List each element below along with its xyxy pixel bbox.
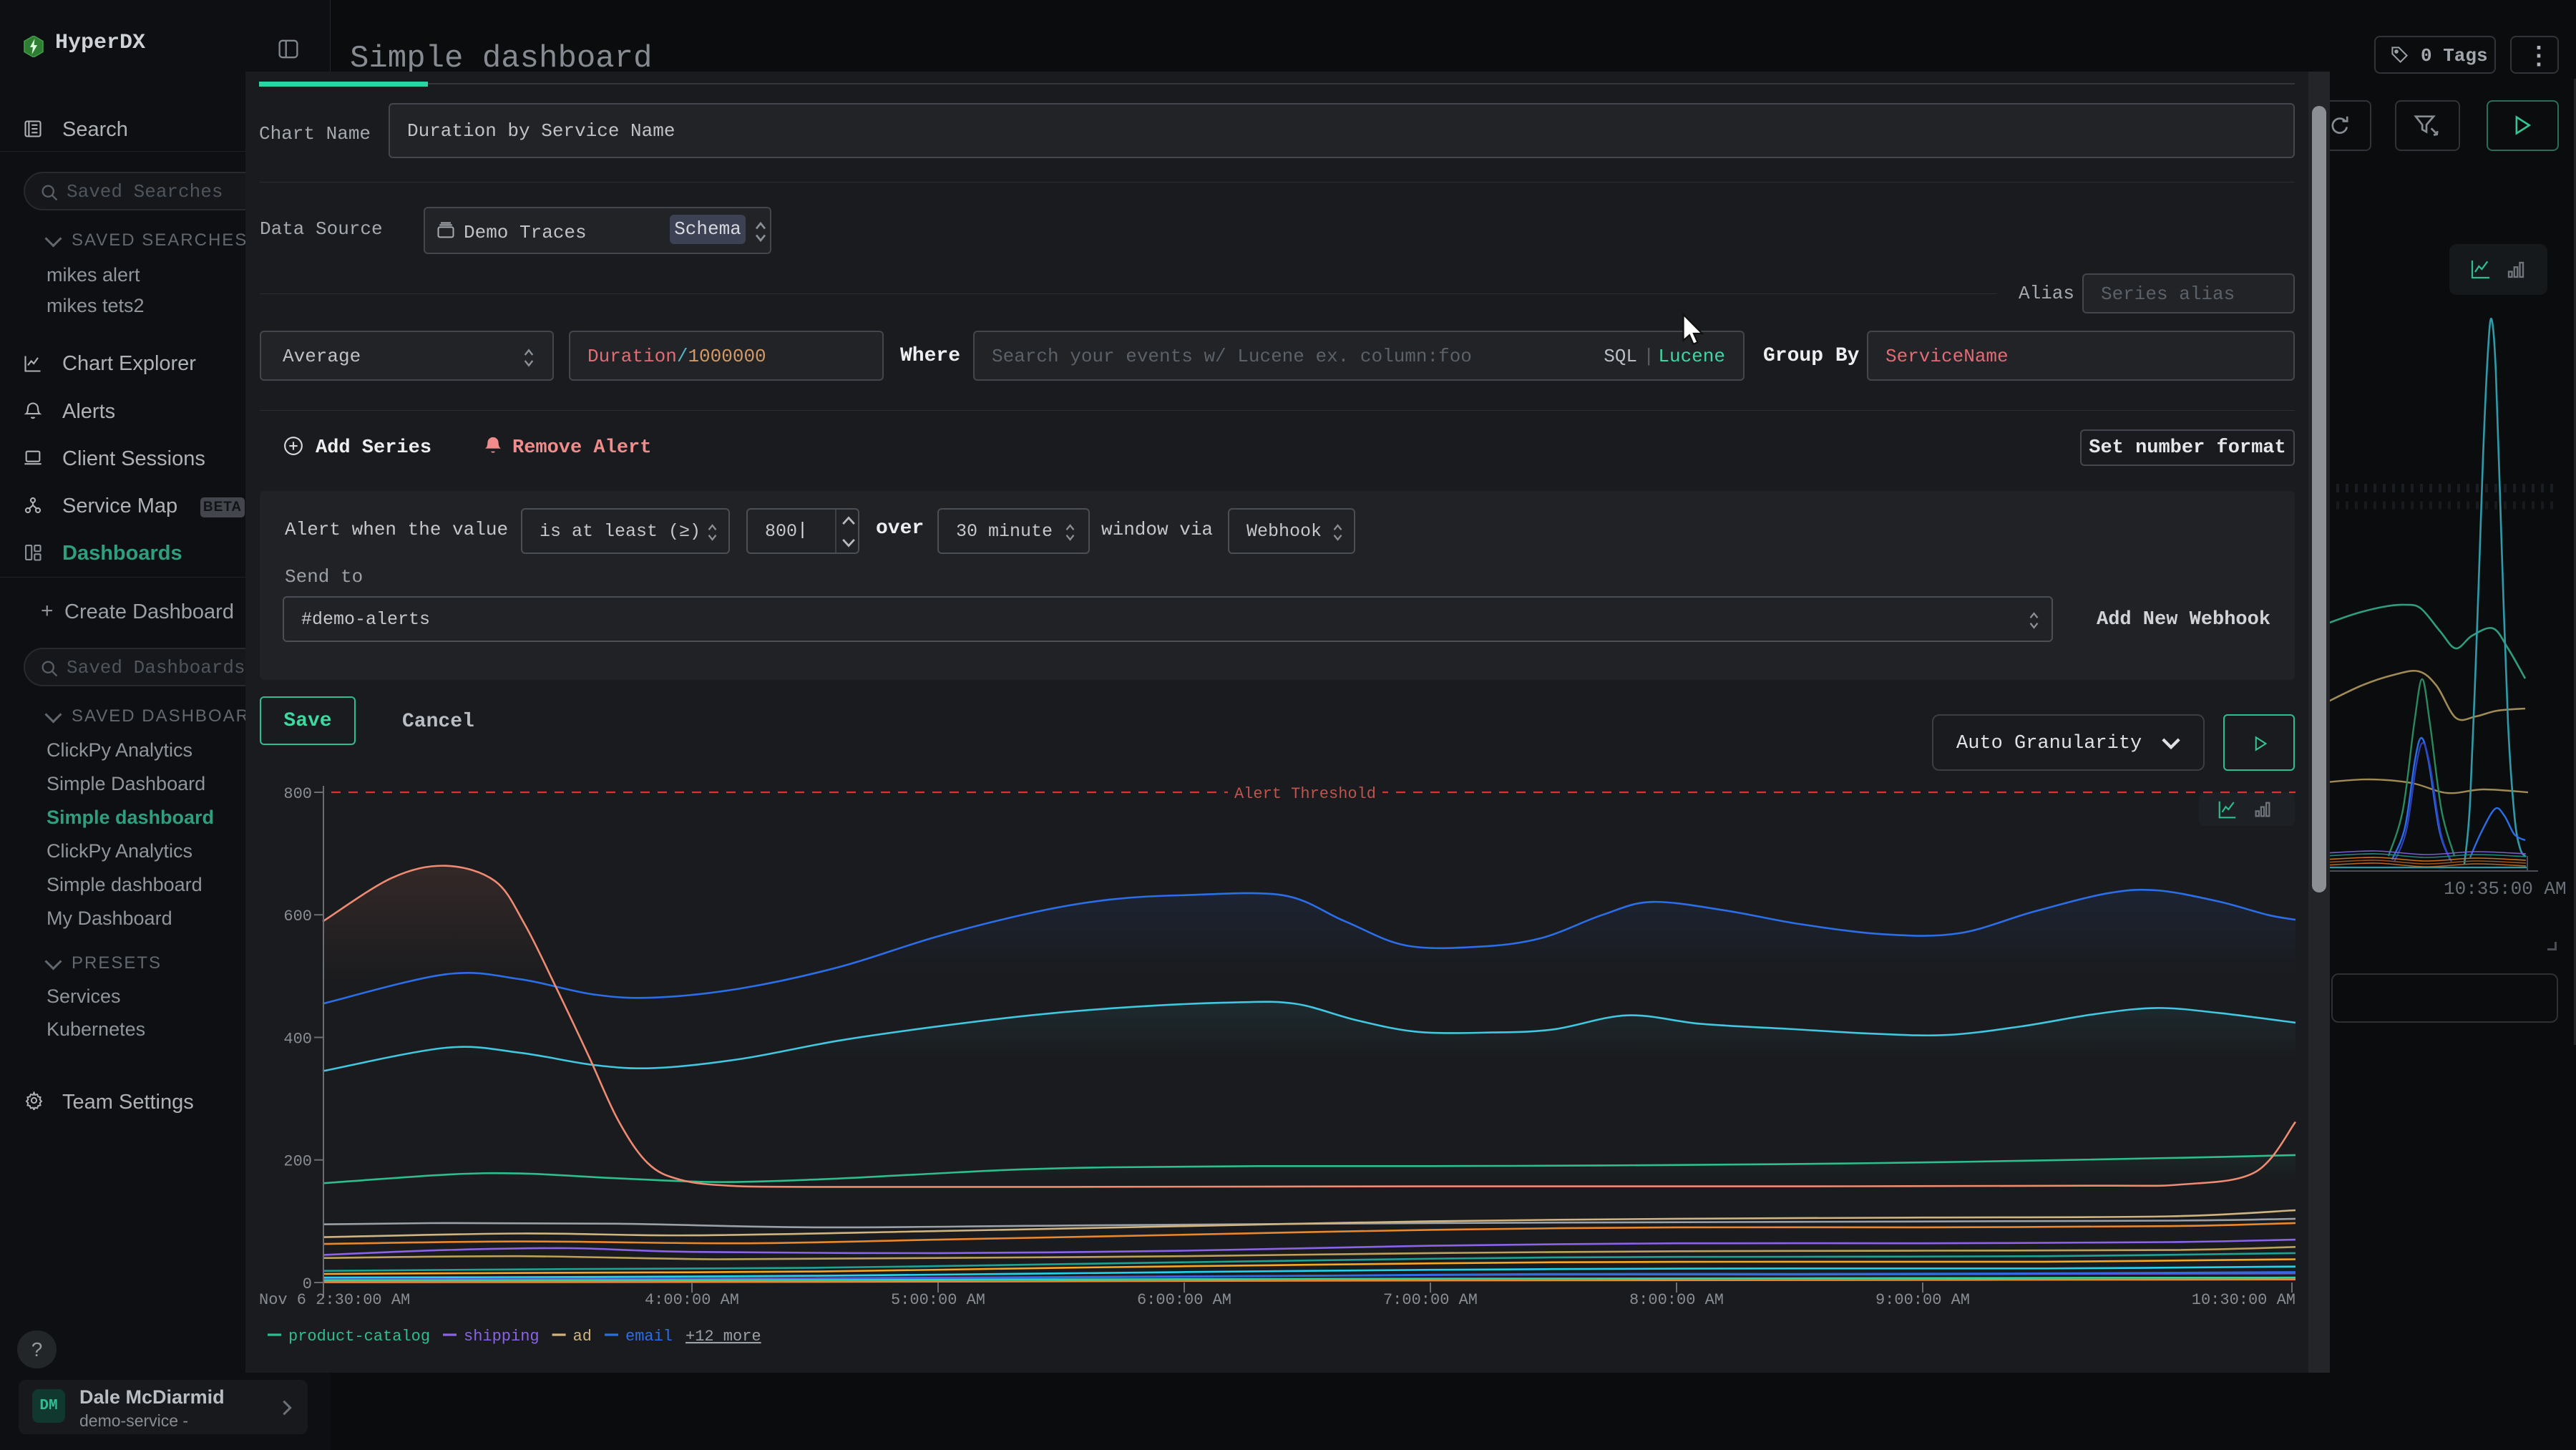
svg-text:600: 600 — [283, 908, 312, 925]
svg-text:200: 200 — [283, 1153, 312, 1171]
svg-text:8:00:00 AM: 8:00:00 AM — [1629, 1291, 1724, 1309]
svg-text:7:00:00 AM: 7:00:00 AM — [1383, 1291, 1478, 1309]
svg-text:6:00:00 AM: 6:00:00 AM — [1137, 1291, 1231, 1309]
svg-text:+12 more: +12 more — [686, 1328, 761, 1346]
svg-text:shipping: shipping — [464, 1328, 540, 1346]
svg-text:10:30:00 AM: 10:30:00 AM — [2192, 1291, 2296, 1309]
svg-text:5:00:00 AM: 5:00:00 AM — [891, 1291, 985, 1309]
svg-text:email: email — [625, 1328, 673, 1346]
svg-text:400: 400 — [283, 1031, 312, 1048]
svg-text:4:00:00 AM: 4:00:00 AM — [645, 1291, 739, 1309]
svg-text:Nov 6 2:30:00 AM: Nov 6 2:30:00 AM — [259, 1291, 410, 1309]
svg-text:ad: ad — [573, 1328, 592, 1346]
svg-text:Alert Threshold: Alert Threshold — [1234, 785, 1376, 803]
svg-text:9:00:00 AM: 9:00:00 AM — [1875, 1291, 1970, 1309]
svg-text:product-catalog: product-catalog — [288, 1328, 430, 1346]
svg-text:800: 800 — [283, 785, 312, 803]
